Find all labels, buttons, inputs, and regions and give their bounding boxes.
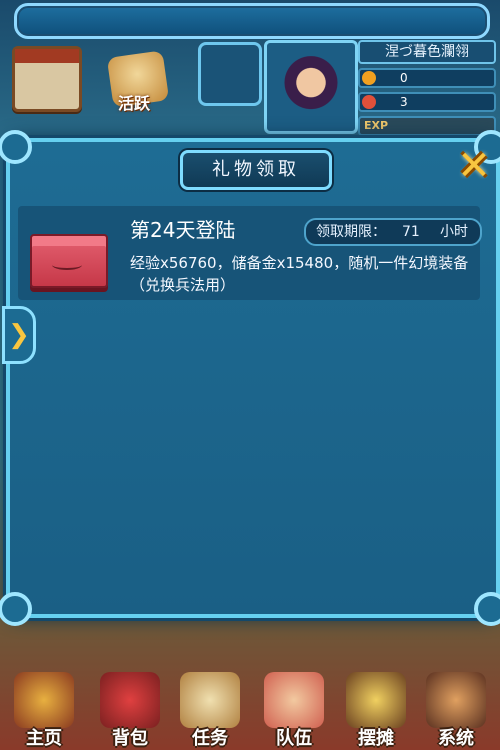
nav-label: 背包	[112, 728, 148, 749]
exp-label: EXP	[364, 119, 389, 132]
stall-icon	[346, 672, 406, 728]
nav-label: 队伍	[276, 728, 312, 749]
top-bar	[14, 3, 490, 39]
nav-label: 主页	[26, 728, 62, 749]
deadline-value: 71	[402, 224, 420, 240]
corner-ornament	[474, 592, 500, 626]
player-name: 涅づ暮色瀾翎	[358, 40, 496, 64]
gift-description: 经验x56760，储备金x15480，随机一件幻境装备（兑换兵法用）	[130, 254, 469, 294]
hud-background: 活跃 涅づ暮色瀾翎 0 3 EXP	[0, 36, 500, 136]
nav-team-button[interactable]: 队伍	[256, 668, 332, 750]
exp-bar: EXP	[358, 116, 496, 136]
gift-item[interactable]: 第24天登陆 领取期限： 71 小时 经验x56760，储备金x15480，随机…	[18, 206, 482, 300]
gem-icon	[362, 95, 376, 109]
corner-ornament	[0, 592, 32, 626]
player-panel: 涅づ暮色瀾翎 0 3 EXP	[358, 40, 496, 136]
nav-system-button[interactable]: 系统	[418, 668, 494, 750]
nav-quest-button[interactable]: 任务	[172, 668, 248, 750]
home-pagoda-icon	[14, 672, 74, 728]
close-button[interactable]: ✕	[454, 146, 494, 186]
deadline-badge: 领取期限： 71 小时	[304, 218, 482, 246]
gold-stat: 0	[358, 68, 496, 88]
nav-label: 任务	[192, 728, 228, 749]
chest-icon	[30, 234, 108, 288]
gem-stat: 3	[358, 92, 496, 112]
scroll-icon	[180, 672, 240, 728]
gift-title: 第24天登陆	[130, 218, 236, 242]
nav-home-button[interactable]: 主页	[6, 668, 82, 750]
activity-label: 活跃	[118, 94, 151, 113]
gold-value: 0	[400, 71, 408, 85]
gift-claim-dialog: 礼物领取 ✕ 第24天登陆 领取期限： 71 小时 经验x56760，储备金x1…	[0, 130, 500, 626]
corner-ornament	[0, 130, 32, 164]
gem-value: 3	[400, 95, 408, 109]
deadline-unit: 小时	[440, 224, 468, 240]
reward-slot-icon[interactable]	[198, 42, 262, 106]
calendar-icon[interactable]	[12, 46, 82, 112]
deadline-label: 领取期限：	[316, 224, 386, 240]
nav-stall-button[interactable]: 摆摊	[338, 668, 414, 750]
chest-icon	[100, 672, 160, 728]
team-icon	[264, 672, 324, 728]
coin-icon	[362, 71, 376, 85]
player-avatar[interactable]	[264, 40, 358, 134]
nav-bag-button[interactable]: 背包	[92, 668, 168, 750]
dialog-title: 礼物领取	[180, 150, 332, 190]
nav-label: 系统	[438, 728, 474, 749]
bottom-nav: 主页 背包 任务 队伍 摆摊 系统	[0, 668, 500, 750]
expand-arrow-icon[interactable]: ❯	[2, 306, 36, 364]
nav-label: 摆摊	[358, 728, 394, 749]
gear-icon	[426, 672, 486, 728]
